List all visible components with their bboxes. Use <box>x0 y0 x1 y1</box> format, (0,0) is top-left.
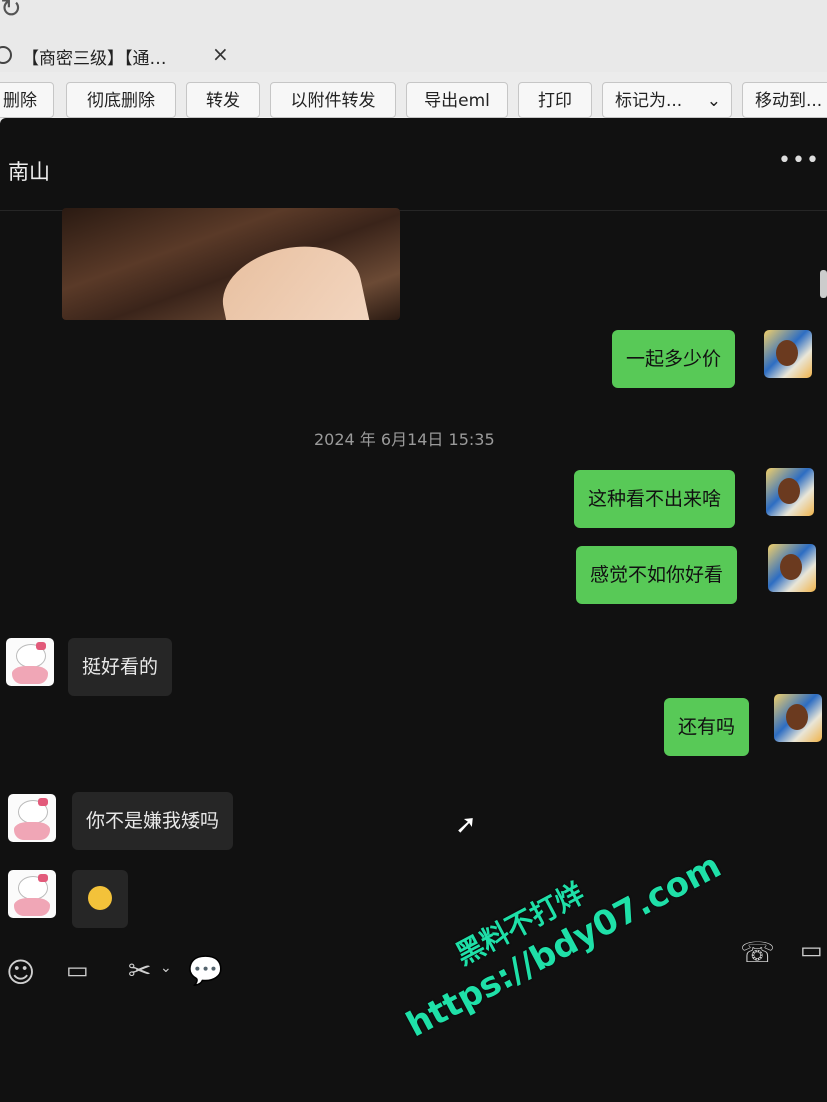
message-bubble[interactable]: 一起多少价 <box>612 330 736 388</box>
avatar[interactable] <box>8 870 56 918</box>
timestamp: 2024 年 6月14日 15:35 <box>314 430 495 449</box>
scissors-icon[interactable]: ✂ <box>128 954 151 987</box>
scrollbar-thumb[interactable] <box>820 270 827 298</box>
avatar[interactable] <box>8 794 56 842</box>
mark-as-dropdown[interactable]: 标记为... ⌄ <box>602 82 732 118</box>
emoji-icon[interactable]: ☺ <box>6 956 35 989</box>
video-icon[interactable]: ▭ <box>800 936 823 964</box>
avatar[interactable] <box>764 330 812 378</box>
delete-permanently-button[interactable]: 彻底删除 <box>66 82 176 118</box>
avatar[interactable] <box>766 468 814 516</box>
phone-icon[interactable]: ☏ <box>740 936 775 969</box>
reload-icon[interactable]: ↻ <box>0 0 22 24</box>
avatar[interactable] <box>768 544 816 592</box>
message-bubble[interactable]: 还有吗 <box>664 698 750 756</box>
chat-title: 南山 <box>8 160 50 184</box>
print-button[interactable]: 打印 <box>518 82 592 118</box>
message-bubble[interactable]: 这种看不出来啥 <box>574 470 736 528</box>
laughing-emoji-icon <box>88 886 112 910</box>
message-bubble[interactable]: 挺好看的 <box>68 638 173 696</box>
message-bubble[interactable]: 感觉不如你好看 <box>576 546 738 604</box>
forward-as-attachment-button[interactable]: 以附件转发 <box>270 82 396 118</box>
browser-topbar: ↻ 【商密三级】【通… × <box>0 0 827 80</box>
more-icon[interactable]: ••• <box>778 148 820 173</box>
mouse-cursor-icon: ➚ <box>455 810 477 840</box>
chat-window: 南山 ••• 一起多少价 2024 年 6月14日 15:35 这种看不出来啥 … <box>0 118 827 1102</box>
avatar[interactable] <box>774 694 822 742</box>
mark-as-label: 标记为... <box>615 91 683 111</box>
tab-title[interactable]: 【商密三级】【通… <box>22 44 167 69</box>
avatar[interactable] <box>6 638 54 686</box>
delete-button[interactable]: 删除 <box>0 82 54 118</box>
image-message[interactable] <box>62 208 400 320</box>
tab-close-icon[interactable]: × <box>212 42 229 66</box>
forward-button[interactable]: 转发 <box>186 82 260 118</box>
folder-icon[interactable]: ▭ <box>66 956 89 984</box>
message-bubble[interactable]: 你不是嫌我矮吗 <box>72 792 234 850</box>
chat-bubble-icon[interactable]: 💬 <box>188 954 223 987</box>
move-to-button[interactable]: 移动到... <box>742 82 827 118</box>
chevron-down-icon: ⌄ <box>706 91 721 111</box>
tab-favicon <box>0 46 12 64</box>
chevron-down-icon[interactable]: ⌄ <box>160 960 172 976</box>
export-eml-button[interactable]: 导出eml <box>406 82 508 118</box>
